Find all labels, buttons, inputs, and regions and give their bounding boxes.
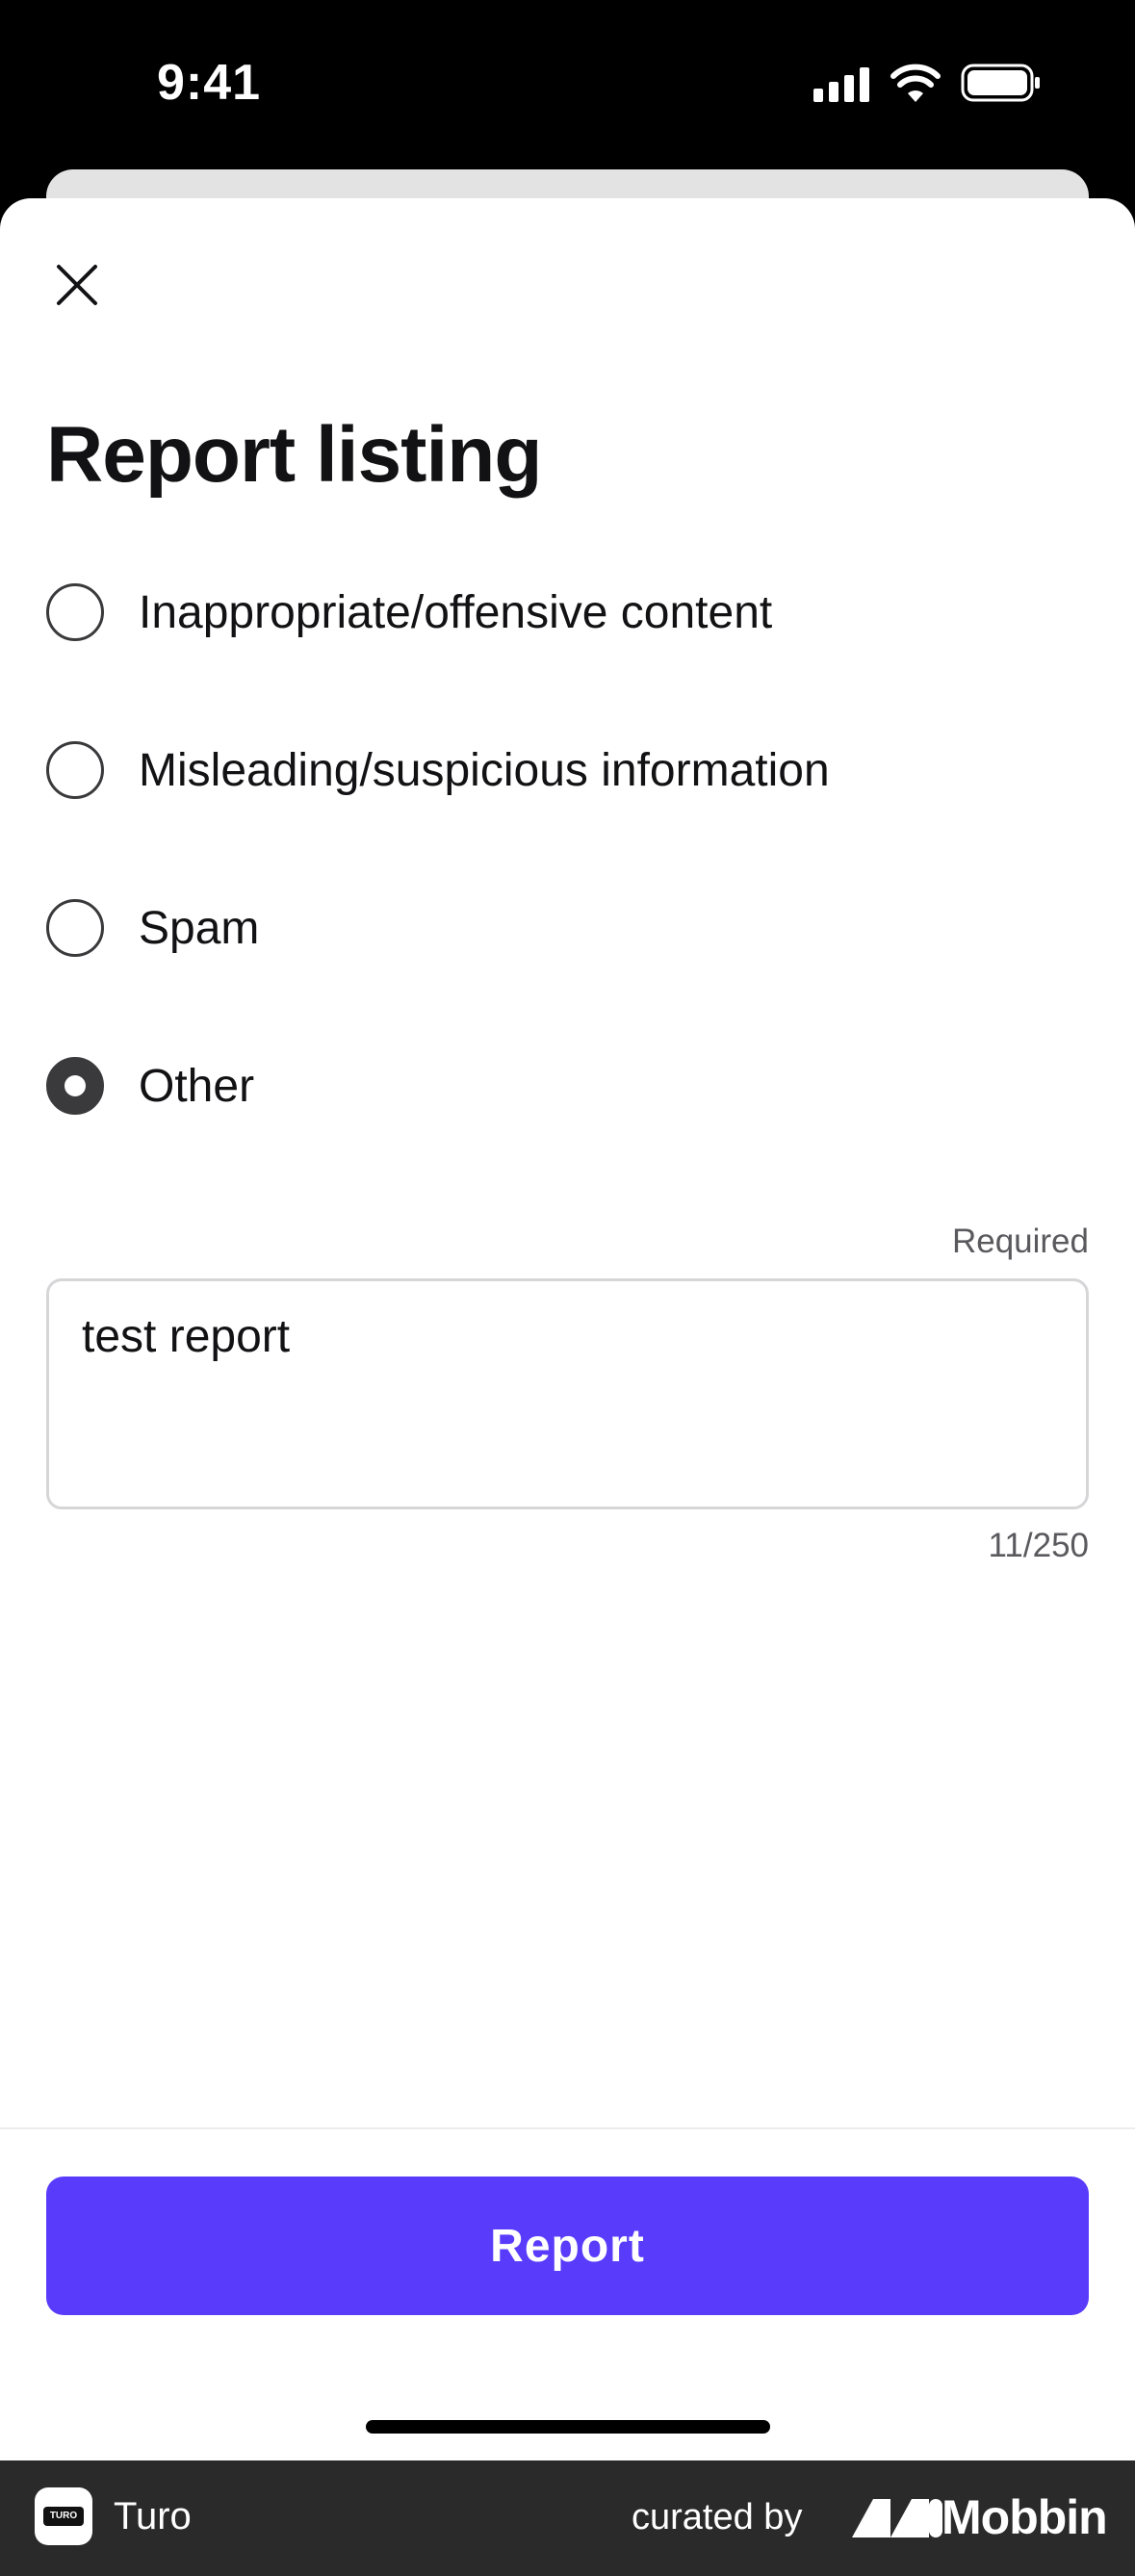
page-title: Report listing — [46, 411, 542, 499]
radio-option-label: Inappropriate/offensive content — [139, 586, 773, 638]
wifi-icon — [890, 64, 941, 102]
brand-name: Mobbin — [942, 2490, 1108, 2544]
curated-by-label: curated by — [632, 2497, 803, 2537]
attribution-footer: TURO Turo curated by Mobbin — [0, 2460, 1135, 2576]
close-icon — [57, 265, 97, 305]
divider — [0, 2127, 1135, 2129]
radio-button-selected[interactable] — [46, 1057, 104, 1115]
battery-icon — [961, 64, 1040, 102]
status-time: 9:41 — [157, 55, 262, 111]
radio-button[interactable] — [46, 583, 104, 641]
radio-option-label: Misleading/suspicious information — [139, 744, 830, 796]
status-bar: 9:41 — [0, 0, 1135, 168]
close-button[interactable] — [48, 256, 106, 314]
radio-option-misleading[interactable]: Misleading/suspicious information — [46, 722, 1089, 818]
cellular-signal-icon — [813, 67, 869, 102]
radio-option-inappropriate[interactable]: Inappropriate/offensive content — [46, 564, 1089, 660]
report-listing-sheet: Report listing Inappropriate/offensive c… — [0, 198, 1135, 2460]
character-counter: 11/250 — [988, 1527, 1089, 1564]
app-icon-logo: TURO — [43, 2507, 84, 2526]
radio-option-spam[interactable]: Spam — [46, 880, 1089, 976]
app-icon: TURO — [35, 2487, 92, 2545]
mobbin-logo-icon — [852, 2499, 942, 2537]
report-details-textarea[interactable]: test report — [46, 1278, 1089, 1509]
app-name: Turo — [114, 2495, 192, 2537]
radio-option-other[interactable]: Other — [46, 1038, 1089, 1134]
radio-button[interactable] — [46, 899, 104, 957]
radio-option-label: Spam — [139, 902, 260, 954]
report-button[interactable]: Report — [46, 2177, 1089, 2315]
required-label: Required — [951, 1223, 1089, 1260]
radio-option-label: Other — [139, 1060, 255, 1112]
home-indicator — [366, 2420, 770, 2434]
radio-button[interactable] — [46, 741, 104, 799]
